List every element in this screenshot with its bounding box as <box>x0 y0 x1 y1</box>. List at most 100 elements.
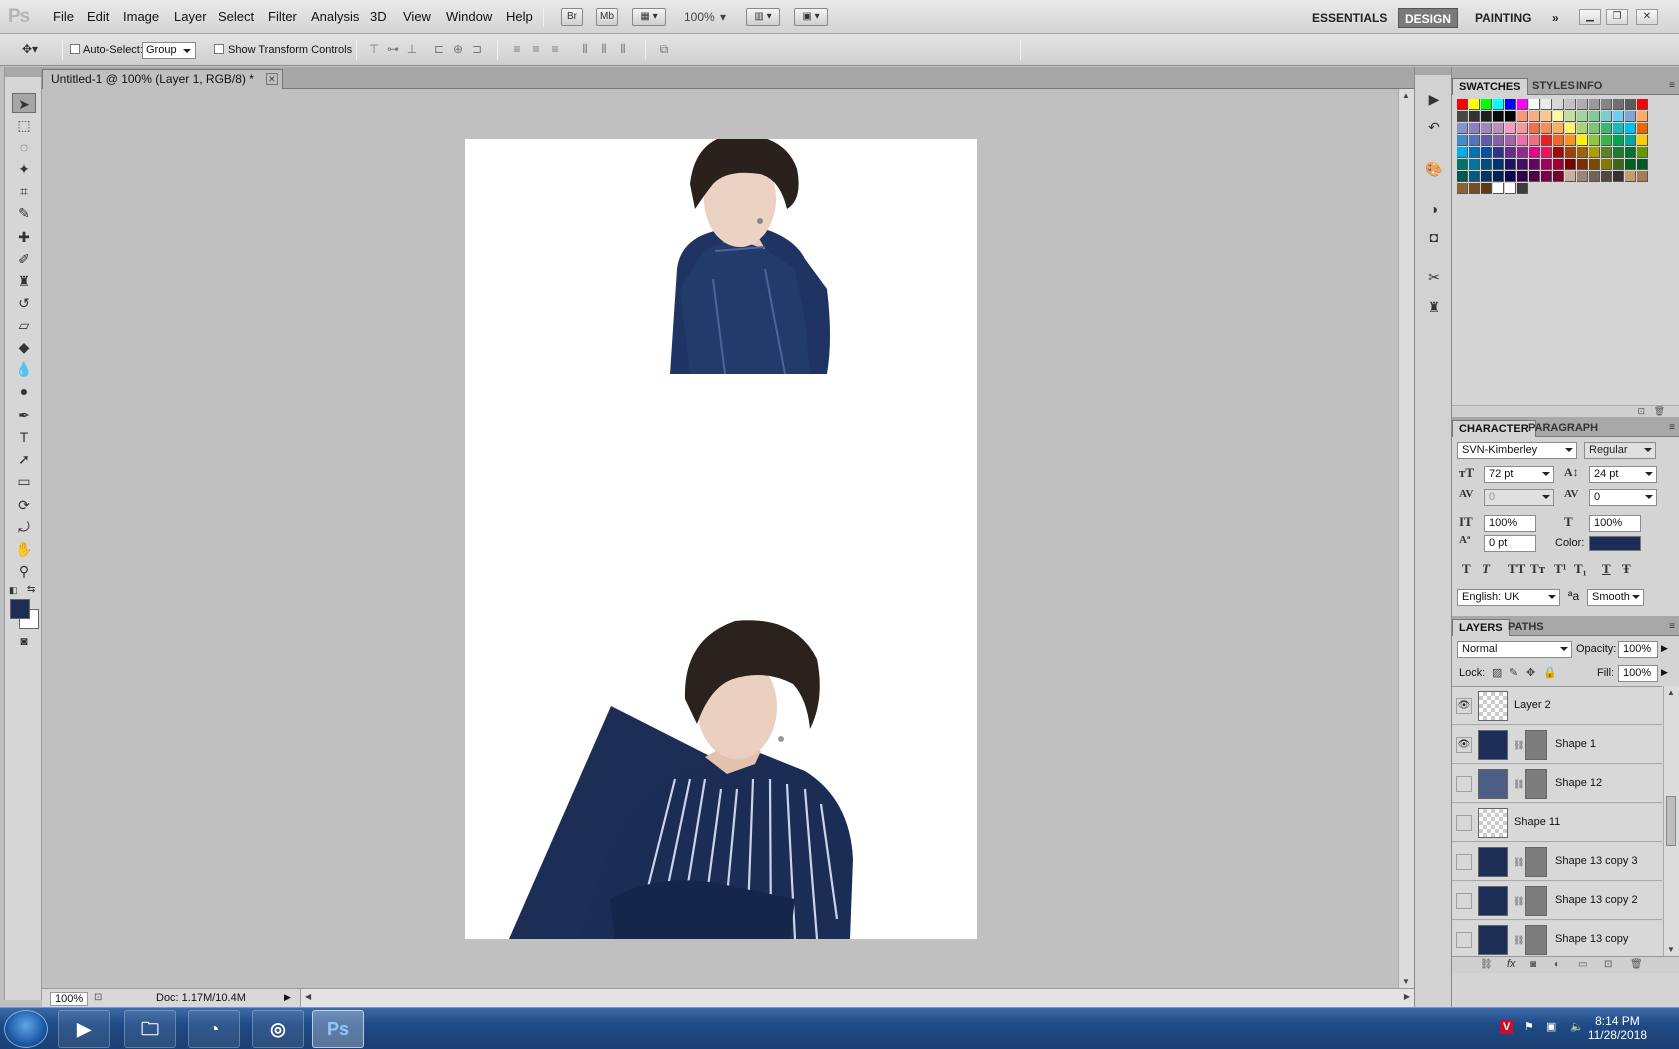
swatch[interactable] <box>1529 135 1540 146</box>
visibility-eye-icon[interactable] <box>1456 776 1472 792</box>
clone-source-icon[interactable]: ♜ <box>1424 297 1444 317</box>
all-caps-button[interactable]: TT <box>1508 561 1525 577</box>
scroll-down-icon[interactable]: ▼ <box>1667 945 1675 954</box>
swap-colors-icon[interactable]: ⇆ <box>27 584 35 595</box>
delete-layer-icon[interactable]: 🗑 <box>1630 959 1643 970</box>
menu-help[interactable]: Help <box>506 9 533 24</box>
swatch[interactable] <box>1601 123 1612 134</box>
lasso-tool-icon[interactable]: ◌ <box>12 137 36 157</box>
swatch[interactable] <box>1541 171 1552 182</box>
swatch[interactable] <box>1505 183 1516 194</box>
file-explorer-icon[interactable]: 🗀 <box>124 1010 176 1048</box>
fill-slider-icon[interactable]: ▶ <box>1661 667 1668 678</box>
color-panel-icon[interactable]: 🎨 <box>1424 159 1444 179</box>
swatch[interactable] <box>1613 123 1624 134</box>
transform-controls-checkbox[interactable] <box>214 44 224 54</box>
adjustments-icon[interactable]: ◑ <box>1424 199 1444 219</box>
opacity-slider-icon[interactable]: ▶ <box>1661 643 1668 654</box>
layer-row[interactable]: 👁 ⛓ Shape 1 <box>1452 726 1662 764</box>
swatch[interactable] <box>1625 111 1636 122</box>
status-info-icon[interactable]: ⊡ <box>94 992 102 1003</box>
baseline-shift-field[interactable]: 0 pt <box>1484 535 1536 552</box>
swatch[interactable] <box>1577 111 1588 122</box>
canvas[interactable] <box>465 139 977 939</box>
quick-mask-icon[interactable]: ◙ <box>12 631 36 651</box>
swatch[interactable] <box>1541 99 1552 110</box>
swatch[interactable] <box>1469 135 1480 146</box>
font-style-select[interactable]: Regular <box>1584 442 1656 459</box>
swatch[interactable] <box>1589 135 1600 146</box>
swatch[interactable] <box>1553 159 1564 170</box>
swatch[interactable] <box>1637 111 1648 122</box>
swatch[interactable] <box>1589 111 1600 122</box>
restore-icon[interactable]: ❐ <box>1606 9 1628 25</box>
eraser-tool-icon[interactable]: ▱ <box>12 315 36 335</box>
font-family-select[interactable]: SVN-Kimberley <box>1457 442 1577 459</box>
visibility-eye-icon[interactable]: 👁 <box>1456 737 1472 753</box>
foreground-color-swatch[interactable] <box>10 599 30 619</box>
swatch[interactable] <box>1601 99 1612 110</box>
lock-position-icon[interactable]: ✥ <box>1526 666 1535 679</box>
swatch[interactable] <box>1541 147 1552 158</box>
swatch[interactable] <box>1505 171 1516 182</box>
swatch[interactable] <box>1505 111 1516 122</box>
align-vcenter-icon[interactable]: ⊶ <box>386 42 400 56</box>
swatch[interactable] <box>1613 147 1624 158</box>
layer-style-icon[interactable]: fx <box>1507 958 1516 970</box>
swatch[interactable] <box>1541 123 1552 134</box>
swatch[interactable] <box>1577 159 1588 170</box>
swatch[interactable] <box>1457 147 1468 158</box>
volume-tray-icon[interactable]: 🔈 <box>1570 1020 1584 1033</box>
menu-file[interactable]: File <box>53 9 74 24</box>
swatch[interactable] <box>1613 159 1624 170</box>
eyedropper-tool-icon[interactable]: ✎ <box>12 203 36 223</box>
close-tab-icon[interactable]: ✕ <box>265 73 278 85</box>
swatch[interactable] <box>1469 147 1480 158</box>
swatch[interactable] <box>1601 171 1612 182</box>
swatch[interactable] <box>1457 171 1468 182</box>
link-layers-icon[interactable]: ⛓ <box>1480 959 1493 970</box>
status-zoom[interactable]: 100% <box>50 992 89 1006</box>
pen-tool-icon[interactable]: ✒ <box>12 405 36 425</box>
auto-select-checkbox[interactable] <box>70 44 80 54</box>
swatch[interactable] <box>1613 135 1624 146</box>
faux-bold-button[interactable]: T <box>1462 561 1471 577</box>
dodge-tool-icon[interactable]: ● <box>12 381 36 401</box>
swatch[interactable] <box>1637 159 1648 170</box>
scroll-thumb[interactable] <box>1666 796 1676 846</box>
language-select[interactable]: English: UK <box>1457 589 1560 606</box>
kerning-field[interactable]: 0 <box>1484 489 1554 506</box>
swatch[interactable] <box>1613 111 1624 122</box>
masks-icon[interactable]: ◘ <box>1424 227 1444 247</box>
swatch[interactable] <box>1637 123 1648 134</box>
horizontal-scale-field[interactable]: 100% <box>1589 515 1641 532</box>
type-tool-icon[interactable]: T <box>12 427 36 447</box>
swatch[interactable] <box>1565 159 1576 170</box>
align-top-icon[interactable]: ⊤ <box>367 42 381 56</box>
distribute-hcenter-icon[interactable]: ⦀ <box>597 42 611 56</box>
swatch[interactable] <box>1577 99 1588 110</box>
new-layer-icon[interactable]: ⊡ <box>1604 959 1612 970</box>
tool-presets-icon[interactable]: ✂ <box>1424 267 1444 287</box>
visibility-eye-icon[interactable] <box>1456 854 1472 870</box>
swatch[interactable] <box>1625 123 1636 134</box>
opacity-field[interactable]: 100% <box>1618 641 1658 658</box>
swatch[interactable] <box>1541 159 1552 170</box>
paint-bucket-tool-icon[interactable]: ◆ <box>12 337 36 357</box>
layer-row[interactable]: Shape 11 <box>1452 804 1662 842</box>
swatch[interactable] <box>1493 183 1504 194</box>
swatch[interactable] <box>1565 135 1576 146</box>
brush-tool-icon[interactable]: ✐ <box>12 249 36 269</box>
distribute-left-icon[interactable]: ⦀ <box>578 42 592 56</box>
scroll-up-icon[interactable]: ▲ <box>1402 91 1410 100</box>
media-player-icon[interactable]: ▶ <box>58 1010 110 1048</box>
default-colors-icon[interactable]: ◧ <box>9 585 18 596</box>
swatch[interactable] <box>1469 99 1480 110</box>
swatch[interactable] <box>1469 123 1480 134</box>
swatch[interactable] <box>1457 183 1468 194</box>
swatch[interactable] <box>1553 111 1564 122</box>
swatch[interactable] <box>1625 171 1636 182</box>
swatch[interactable] <box>1589 159 1600 170</box>
panel-menu-icon[interactable]: ≡ <box>1669 621 1675 632</box>
clock[interactable]: 8:14 PM 11/28/2018 <box>1588 1014 1647 1042</box>
